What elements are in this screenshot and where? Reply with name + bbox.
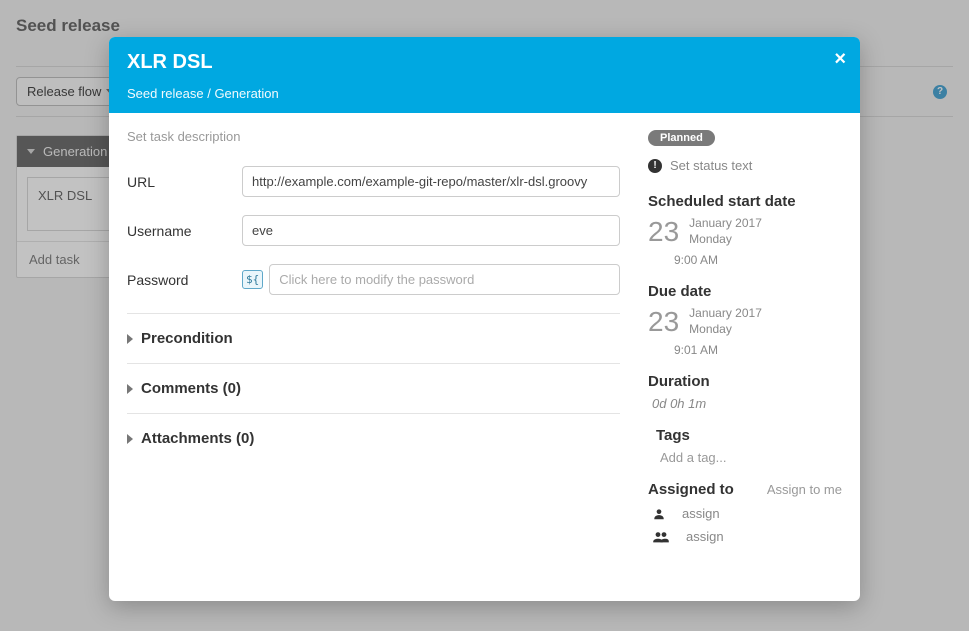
duration-heading: Duration [648, 373, 842, 390]
modal-title: XLR DSL [127, 51, 842, 74]
assigned-to-heading: Assigned to [648, 481, 734, 498]
person-icon [652, 507, 666, 521]
scheduled-day: 23 [648, 218, 679, 246]
breadcrumb: Seed release / Generation [127, 86, 842, 101]
scheduled-start-heading: Scheduled start date [648, 193, 842, 210]
due-date-heading: Due date [648, 283, 842, 300]
comments-section-toggle[interactable]: Comments (0) [127, 380, 620, 397]
tags-heading: Tags [656, 427, 842, 444]
assign-to-me-link[interactable]: Assign to me [767, 482, 842, 497]
attachments-section-toggle[interactable]: Attachments (0) [127, 430, 620, 447]
due-weekday: Monday [689, 322, 762, 338]
assign-group[interactable]: assign [652, 529, 842, 544]
scheduled-time[interactable]: 9:00 AM [674, 253, 842, 267]
assign-group-label: assign [686, 529, 724, 544]
modal-left-pane: Set task description URL Username Passwo… [109, 113, 638, 601]
due-day: 23 [648, 308, 679, 336]
due-month-year: January 2017 [689, 306, 762, 322]
assign-user-label: assign [682, 506, 720, 521]
group-icon [652, 530, 670, 544]
task-description-input[interactable]: Set task description [127, 129, 620, 144]
status-badge: Planned [648, 130, 715, 146]
url-input[interactable] [242, 166, 620, 197]
variable-chip[interactable]: ${ [242, 270, 263, 289]
url-label: URL [127, 174, 242, 190]
status-text-input[interactable]: ! Set status text [648, 158, 842, 173]
password-label: Password [127, 272, 242, 288]
add-tag-input[interactable]: Add a tag... [660, 450, 842, 465]
scheduled-date[interactable]: 23 January 2017 Monday [648, 216, 842, 247]
status-text-placeholder: Set status text [670, 158, 752, 173]
username-label: Username [127, 223, 242, 239]
username-input[interactable] [242, 215, 620, 246]
comments-label: Comments (0) [141, 380, 241, 397]
chevron-right-icon [127, 334, 133, 344]
due-date[interactable]: 23 January 2017 Monday [648, 306, 842, 337]
precondition-label: Precondition [141, 330, 233, 347]
modal-header: XLR DSL Seed release / Generation × [109, 37, 860, 113]
duration-value: 0d 0h 1m [652, 396, 842, 411]
scheduled-month-year: January 2017 [689, 216, 762, 232]
modal-right-pane: Planned ! Set status text Scheduled star… [638, 113, 860, 601]
info-icon: ! [648, 159, 662, 173]
precondition-section-toggle[interactable]: Precondition [127, 330, 620, 347]
close-icon[interactable]: × [834, 48, 846, 71]
chevron-right-icon [127, 384, 133, 394]
assign-user[interactable]: assign [652, 506, 842, 521]
chevron-right-icon [127, 434, 133, 444]
password-input[interactable] [269, 264, 620, 295]
task-modal: XLR DSL Seed release / Generation × Set … [109, 37, 860, 601]
attachments-label: Attachments (0) [141, 430, 254, 447]
due-time[interactable]: 9:01 AM [674, 343, 842, 357]
scheduled-weekday: Monday [689, 232, 762, 248]
